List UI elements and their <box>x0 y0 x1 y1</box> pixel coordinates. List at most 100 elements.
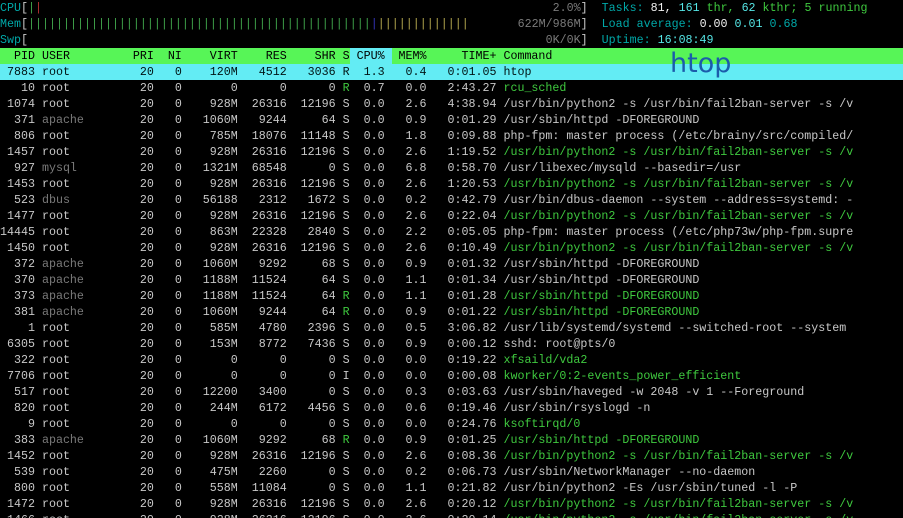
cell-res: 11084 <box>245 480 287 496</box>
process-row-927[interactable]: 927mysql2001321M685480S0.06.80:58.70/usr… <box>0 160 903 176</box>
process-row-800[interactable]: 800root200558M110840S0.01.10:21.82/usr/b… <box>0 480 903 496</box>
cell-shr: 7436 <box>294 336 336 352</box>
cell-time: 0:09.88 <box>434 128 497 144</box>
blue-bar: | <box>371 17 378 31</box>
cell-cpu: 0.0 <box>357 496 385 512</box>
cell-pri: 20 <box>119 112 154 128</box>
process-row-9[interactable]: 9root200000S0.00.00:24.76ksoftirqd/0 <box>0 416 903 432</box>
cell-cpu: 1.3 <box>357 64 385 80</box>
process-row-1450[interactable]: 1450root200928M2631612196S0.02.60:10.49/… <box>0 240 903 256</box>
cell-pid: 371 <box>0 112 35 128</box>
process-row-1452[interactable]: 1452root200928M2631612196S0.02.60:08.36/… <box>0 448 903 464</box>
process-row-820[interactable]: 820root200244M61724456S0.00.60:19.46/usr… <box>0 400 903 416</box>
cell-s: S <box>343 352 350 368</box>
cell-mem: 0.6 <box>392 400 427 416</box>
column-header-shr[interactable]: SHR <box>294 48 336 64</box>
process-row-373[interactable]: 373apache2001188M1152464R0.01.10:01.28/u… <box>0 288 903 304</box>
process-row-517[interactable]: 517root2001220034000S0.00.30:03.63/usr/s… <box>0 384 903 400</box>
cell-s: S <box>343 96 350 112</box>
cell-virt: 1188M <box>189 272 238 288</box>
process-row-322[interactable]: 322root200000S0.00.00:19.22xfsaild/vda2 <box>0 352 903 368</box>
process-row-371[interactable]: 371apache2001060M924464S0.00.90:01.29/us… <box>0 112 903 128</box>
process-row-383[interactable]: 383apache2001060M929268R0.00.90:01.25/us… <box>0 432 903 448</box>
column-header-user[interactable]: USER <box>42 48 112 64</box>
process-row-1[interactable]: 1root200585M47802396S0.00.53:06.82/usr/l… <box>0 320 903 336</box>
cell-time: 1:20.53 <box>434 176 497 192</box>
cell-time: 0:01.29 <box>434 112 497 128</box>
cell-time: 3:06.82 <box>434 320 497 336</box>
cell-mem: 0.3 <box>392 384 427 400</box>
process-row-1453[interactable]: 1453root200928M2631612196S0.02.61:20.53/… <box>0 176 903 192</box>
process-row-372[interactable]: 372apache2001060M929268S0.00.90:01.32/us… <box>0 256 903 272</box>
process-row-7883[interactable]: 7883root200120M45123036R1.30.40:01.05hto… <box>0 64 903 80</box>
cell-res: 2260 <box>245 464 287 480</box>
process-row-1472[interactable]: 1472root200928M2631612196S0.02.60:20.12/… <box>0 496 903 512</box>
column-header-res[interactable]: RES <box>245 48 287 64</box>
process-row-14445[interactable]: 14445root200863M223282840S0.02.20:05.05p… <box>0 224 903 240</box>
column-header-cpu[interactable]: CPU% <box>350 48 392 64</box>
cell-s: R <box>343 288 350 304</box>
green-bar: | <box>28 1 35 15</box>
cell-virt: 1060M <box>189 304 238 320</box>
cell-cmd: /usr/sbin/NetworkManager --no-daemon <box>503 464 755 480</box>
column-header-s[interactable]: S <box>343 48 350 64</box>
cell-cmd: /usr/bin/python2 -s /usr/bin/fail2ban-se… <box>503 96 853 112</box>
cell-shr: 0 <box>294 464 336 480</box>
cell-mem: 1.1 <box>392 272 427 288</box>
htop-watermark: htop <box>670 47 731 81</box>
column-header-mem[interactable]: MEM% <box>392 48 427 64</box>
cell-cpu: 0.0 <box>357 256 385 272</box>
cell-pri: 20 <box>119 80 154 96</box>
process-row-381[interactable]: 381apache2001060M924464R0.00.90:01.22/us… <box>0 304 903 320</box>
column-header-pri[interactable]: PRI <box>119 48 154 64</box>
cell-ni: 0 <box>161 192 182 208</box>
cell-cpu: 0.0 <box>357 320 385 336</box>
column-header-virt[interactable]: VIRT <box>189 48 238 64</box>
process-row-10[interactable]: 10root200000R0.70.02:43.27rcu_sched <box>0 80 903 96</box>
cell-time: 0:20.12 <box>434 496 497 512</box>
cell-time: 0:00.12 <box>434 336 497 352</box>
cell-virt: 12200 <box>189 384 238 400</box>
process-row-523[interactable]: 523dbus2005618823121672S0.00.20:42.79/us… <box>0 192 903 208</box>
process-row-1477[interactable]: 1477root200928M2631612196S0.02.60:22.04/… <box>0 208 903 224</box>
cell-time: 0:22.04 <box>434 208 497 224</box>
cell-cmd: sshd: root@pts/0 <box>503 336 615 352</box>
cell-time: 0:01.34 <box>434 272 497 288</box>
column-header-ni[interactable]: NI <box>161 48 182 64</box>
process-row-7706[interactable]: 7706root200000I0.00.00:00.08kworker/0:2-… <box>0 368 903 384</box>
cell-user: root <box>42 480 112 496</box>
cell-time: 4:38.94 <box>434 96 497 112</box>
memory-meter: Mem[||||||||||||||||||||||||||||||||||||… <box>0 17 602 31</box>
cell-user: apache <box>42 272 112 288</box>
column-header-time[interactable]: TIME+ <box>434 48 497 64</box>
process-row-1457[interactable]: 1457root200928M2631612196S0.02.61:19.52/… <box>0 144 903 160</box>
process-row-1466[interactable]: 1466root200928M2631612196S0.02.60:20.14/… <box>0 512 903 518</box>
cell-s: S <box>343 176 350 192</box>
cell-virt: 928M <box>189 448 238 464</box>
cell-user: root <box>42 496 112 512</box>
cell-cmd: /usr/sbin/httpd -DFOREGROUND <box>503 304 699 320</box>
cell-user: apache <box>42 112 112 128</box>
cell-cpu: 0.0 <box>357 208 385 224</box>
cell-s: S <box>343 192 350 208</box>
cell-s: S <box>343 496 350 512</box>
cell-user: root <box>42 144 112 160</box>
process-row-806[interactable]: 806root200785M1807611148S0.01.80:09.88ph… <box>0 128 903 144</box>
cell-time: 0:06.73 <box>434 464 497 480</box>
process-row-1074[interactable]: 1074root200928M2631612196S0.02.64:38.94/… <box>0 96 903 112</box>
cell-ni: 0 <box>161 272 182 288</box>
cell-pid: 1452 <box>0 448 35 464</box>
cell-cmd: php-fpm: master process (/etc/brainy/src… <box>503 128 853 144</box>
cell-pid: 1453 <box>0 176 35 192</box>
process-row-370[interactable]: 370apache2001188M1152464S0.01.10:01.34/u… <box>0 272 903 288</box>
cell-time: 0:01.05 <box>434 64 497 80</box>
column-header-pid[interactable]: PID <box>0 48 35 64</box>
cell-mem: 2.6 <box>392 496 427 512</box>
process-row-6305[interactable]: 6305root200153M87727436S0.00.90:00.12ssh… <box>0 336 903 352</box>
cell-cpu: 0.0 <box>357 416 385 432</box>
cell-shr: 0 <box>294 480 336 496</box>
cell-pid: 14445 <box>0 224 35 240</box>
tasks-summary: Tasks: 81, 161 thr, 62 kthr; 5 running <box>602 1 868 15</box>
process-row-539[interactable]: 539root200475M22600S0.00.20:06.73/usr/sb… <box>0 464 903 480</box>
column-header-cmd[interactable]: Command <box>503 48 552 64</box>
